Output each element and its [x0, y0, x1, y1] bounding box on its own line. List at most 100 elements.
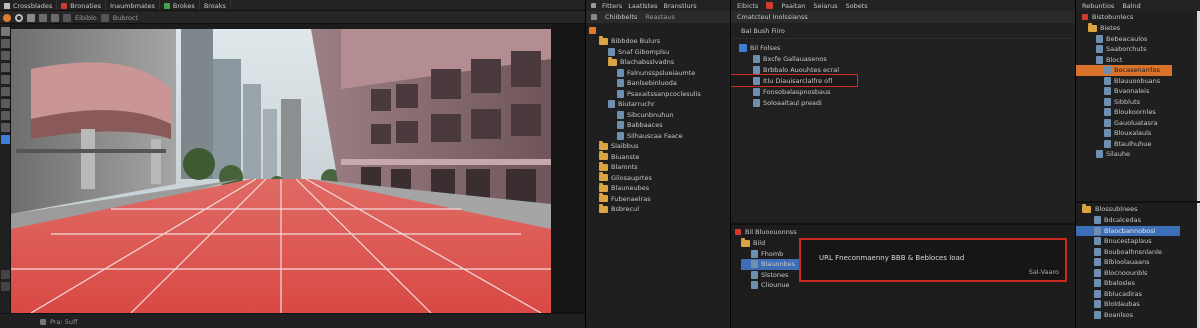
right-tree-item-label: Gauoluatasra — [1114, 118, 1158, 127]
move-tool-icon[interactable] — [27, 13, 35, 22]
middle-list-item[interactable]: Brbbalo Auouhtes ecral — [731, 64, 1075, 75]
right-lower-item[interactable]: Bbalosles — [1076, 278, 1200, 289]
right-lower-item[interactable]: Bloldaubas — [1076, 299, 1200, 310]
layers-icon[interactable] — [1, 270, 10, 279]
middle-lower-item[interactable]: Blauonbes — [741, 259, 801, 270]
text-tool-icon[interactable] — [1, 123, 10, 132]
right-lower-item[interactable]: Bnucestaplaus — [1076, 236, 1200, 247]
outliner-menu-bar: Fitters Laatlstes Branstlurs — [585, 0, 730, 11]
outliner-menu-icon[interactable] — [591, 3, 596, 8]
shape-tool-icon[interactable] — [1, 111, 10, 120]
right-tree-item[interactable]: Silauhe — [1076, 149, 1200, 160]
outliner-tab-2[interactable]: Reastaus — [645, 13, 675, 21]
outliner-menu-3[interactable]: Branstlurs — [664, 2, 697, 10]
right-tree-item[interactable]: Bebeacaulos — [1076, 34, 1200, 45]
outliner-item[interactable]: Babbaaces — [586, 120, 730, 131]
right-tree-item[interactable]: Saaborchuts — [1076, 44, 1200, 55]
right-tree-item-label: Btaulhuhue — [1114, 139, 1152, 148]
brush-tool-icon[interactable] — [1, 63, 10, 72]
viewport-menu-item-3[interactable]: Inaumbmates — [106, 0, 160, 10]
outliner-item[interactable]: Bsbrecul — [586, 203, 730, 215]
outliner-item[interactable]: Biuanste — [586, 151, 730, 163]
right-lower-item[interactable]: Bdcalcedas — [1076, 215, 1200, 226]
middle-list-item[interactable]: Bil Folses — [731, 42, 1075, 53]
outliner-item[interactable]: Gilosauprtes — [586, 172, 730, 184]
document-icon — [1104, 118, 1111, 127]
right-lower-item[interactable]: Bblucadiras — [1076, 289, 1200, 300]
right-menu-2[interactable]: Balnd — [1122, 2, 1141, 10]
right-tree-item[interactable]: Bloukoornles — [1076, 107, 1200, 118]
outliner-item-label: Biutarruchr — [618, 100, 655, 109]
outliner-item-label: Biuanste — [611, 152, 640, 161]
cursor-tool-icon[interactable] — [1, 27, 10, 36]
outliner-item[interactable]: Snaf Gibomplsu — [586, 47, 730, 58]
zoom-tool-icon[interactable] — [1, 51, 10, 60]
right-menu-1[interactable]: Rebuntios — [1082, 2, 1114, 10]
document-icon — [1094, 226, 1101, 235]
middle-menu-3[interactable]: Seiarus — [813, 2, 837, 10]
active-tool-icon[interactable] — [1, 135, 10, 144]
document-icon — [751, 270, 758, 279]
pen-tool-icon[interactable] — [1, 99, 10, 108]
viewport-menu-item-4[interactable]: Brokes — [160, 0, 200, 10]
document-icon — [751, 281, 758, 290]
right-tree-item[interactable]: Bvaonaleis — [1076, 86, 1200, 97]
middle-menu-2[interactable]: Paaitan — [781, 2, 805, 10]
outliner-item-label: Snaf Gibomplsu — [618, 47, 670, 56]
middle-list: Bil Folses Bxcfe Gallauasenos Brbbalo Auou… — [731, 39, 1075, 108]
right-tree-item[interactable]: Blouxalauls — [1076, 128, 1200, 139]
middle-menu-4[interactable]: Sobets — [846, 2, 868, 10]
grid-icon[interactable] — [100, 13, 109, 22]
hand-tool-icon[interactable] — [1, 39, 10, 48]
right-tree-item[interactable]: Btaulhuhue — [1076, 139, 1200, 150]
outliner-menu-2[interactable]: Laatlstes — [628, 2, 657, 10]
middle-list-item[interactable]: Soloaaltaul preadi — [731, 97, 1075, 108]
rotate-tool-icon[interactable] — [39, 13, 47, 22]
settings-icon[interactable] — [1, 282, 10, 291]
right-lower-item[interactable]: Bouboalhnsnlanle — [1076, 247, 1200, 258]
right-tree-item[interactable]: Bietes — [1076, 22, 1200, 34]
select-tool-icon[interactable] — [3, 13, 11, 22]
outliner-item[interactable]: Sibcunbnuhun — [586, 110, 730, 121]
outliner-item[interactable]: Falnunsspslueiaumte — [586, 68, 730, 79]
middle-tab-1[interactable]: Cmatcteul Inolssianss — [737, 13, 808, 21]
right-lower-item[interactable]: Blocnoounbls — [1076, 268, 1200, 279]
snap-icon[interactable] — [63, 13, 71, 22]
right-lower-item[interactable]: Blbloolauaans — [1076, 257, 1200, 268]
outliner-item[interactable]: Bibbdoe Bulurs — [586, 35, 730, 47]
record-icon[interactable] — [766, 2, 774, 9]
middle-menu-1[interactable]: Eibicts — [737, 2, 758, 10]
scale-tool-icon[interactable] — [51, 13, 59, 22]
folder-icon — [741, 237, 750, 247]
middle-list-item[interactable]: Bxcfe Gallauasenos — [731, 53, 1075, 64]
outliner-menu-1[interactable]: Fitters — [602, 2, 622, 10]
eraser-tool-icon[interactable] — [1, 75, 10, 84]
viewport-menu-item-2[interactable]: Bronaties — [57, 0, 107, 10]
outliner-item[interactable]: Banlsebinluoda — [586, 78, 730, 89]
right-lower-item[interactable]: Boanlsos — [1076, 310, 1200, 321]
right-tree-item[interactable]: Blauuoobuans — [1076, 76, 1200, 87]
viewport-menu-item-1[interactable]: Crossblades — [0, 0, 58, 10]
outliner-item[interactable]: Fubenaelras — [586, 193, 730, 205]
3d-viewport[interactable] — [11, 29, 551, 313]
outliner-item[interactable]: Biutarruchr — [586, 99, 730, 110]
right-lower-item[interactable]: Blaocbannobosi — [1076, 225, 1180, 236]
viewport-menu-item-5[interactable]: Broaks — [200, 0, 231, 10]
right-tree-item[interactable]: Gauoluatasra — [1076, 118, 1200, 129]
right-lower-item-label: Bbalosles — [1104, 279, 1135, 288]
right-tree-item[interactable]: Bocasenarrlos — [1076, 65, 1172, 76]
notice-box[interactable]: URL Fneconmaenny BBB & Bebloces Ioad Sal… — [799, 238, 1067, 282]
middle-list-item[interactable]: Fonsobalaspnosbaus — [731, 86, 1075, 97]
outliner-item[interactable]: Psaxaitssanpcoclesulis — [586, 89, 730, 100]
middle-list-item[interactable]: Itlu Diauisarclalfre ofl — [731, 74, 858, 87]
lasso-tool-icon[interactable] — [1, 87, 10, 96]
outliner-item[interactable]: Silhauscaa Faace — [586, 131, 730, 142]
right-tree-item[interactable]: Bloct — [1076, 55, 1200, 66]
outliner-item[interactable]: Blamnts — [586, 161, 730, 173]
outliner-item[interactable]: Slaibbus — [586, 140, 730, 152]
right-tree-item[interactable]: Sibbluts — [1076, 97, 1200, 108]
outliner-tab-1[interactable]: Chiibbelts — [605, 13, 637, 21]
transform-tool-icon[interactable] — [15, 13, 23, 22]
outliner-item[interactable]: Blachabsslvadns — [586, 56, 730, 68]
outliner-item[interactable]: Blauneubes — [586, 182, 730, 194]
